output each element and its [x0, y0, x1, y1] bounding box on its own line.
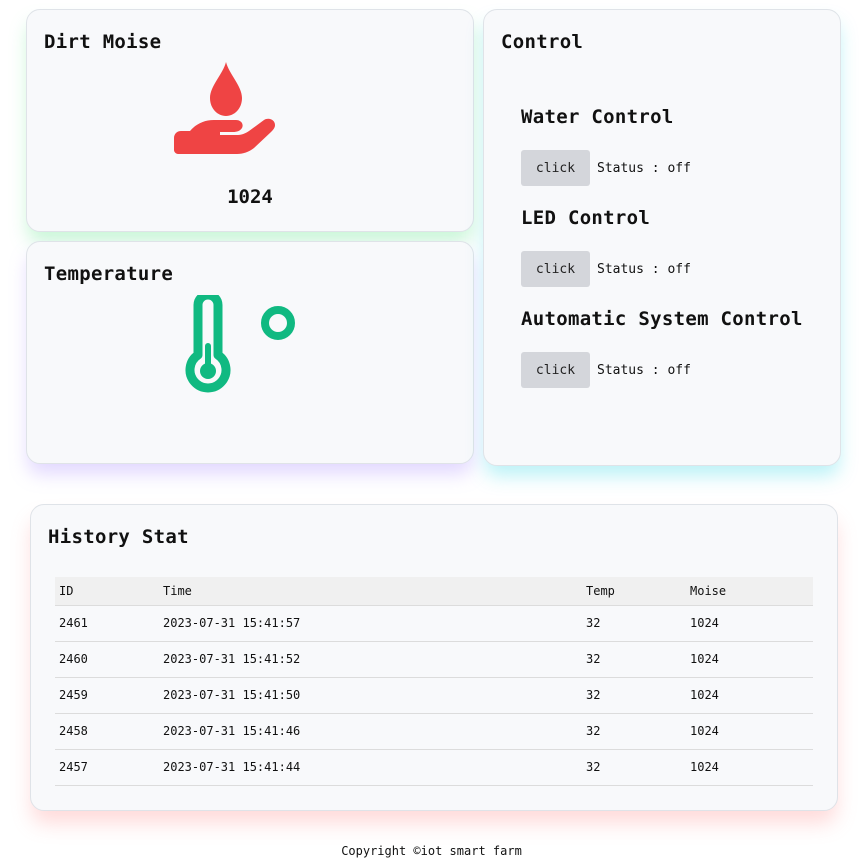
cell-temp: 32: [582, 605, 686, 642]
cell-id: 2457: [55, 749, 159, 786]
auto-system-control-button[interactable]: click: [521, 352, 590, 388]
led-control-button[interactable]: click: [521, 251, 590, 287]
table-row: 2458 2023-07-31 15:41:46 32 1024: [55, 713, 813, 750]
cell-temp: 32: [582, 749, 686, 786]
water-control-button[interactable]: click: [521, 150, 590, 186]
cell-moise: 1024: [686, 713, 813, 750]
footer-copyright: Copyright ©iot smart farm: [341, 844, 522, 858]
moisture-value: 1024: [227, 186, 273, 208]
auto-system-control-status: Status : off: [597, 362, 691, 378]
history-card: History Stat ID Time Temp Moise 2461 202…: [30, 504, 838, 811]
cell-time: 2023-07-31 15:41:46: [159, 713, 582, 750]
led-control-status: Status : off: [597, 261, 691, 277]
water-control-row: click Status : off: [521, 150, 691, 186]
control-card-title: Control: [501, 31, 584, 53]
control-card: Control Water Control click Status : off…: [483, 9, 841, 466]
cell-id: 2461: [55, 605, 159, 642]
table-header-row: ID Time Temp Moise: [55, 577, 813, 606]
column-header-id: ID: [55, 577, 159, 606]
water-control-heading: Water Control: [521, 106, 674, 128]
table-row: 2460 2023-07-31 15:41:52 32 1024: [55, 641, 813, 678]
moisture-card-title: Dirt Moise: [44, 31, 162, 53]
water-control-status: Status : off: [597, 160, 691, 176]
column-header-temp: Temp: [582, 577, 686, 606]
auto-system-control-heading: Automatic System Control: [521, 308, 803, 330]
column-header-time: Time: [159, 577, 582, 606]
cell-time: 2023-07-31 15:41:44: [159, 749, 582, 786]
table-row: 2459 2023-07-31 15:41:50 32 1024: [55, 677, 813, 714]
cell-time: 2023-07-31 15:41:50: [159, 677, 582, 714]
history-card-title: History Stat: [48, 526, 189, 548]
cell-id: 2460: [55, 641, 159, 678]
temperature-card-title: Temperature: [44, 263, 174, 285]
cell-temp: 32: [582, 677, 686, 714]
thermometer-icon: [185, 295, 295, 393]
cell-temp: 32: [582, 713, 686, 750]
water-drop-hand-icon: [174, 62, 275, 154]
led-control-row: click Status : off: [521, 251, 691, 287]
cell-time: 2023-07-31 15:41:52: [159, 641, 582, 678]
cell-moise: 1024: [686, 605, 813, 642]
auto-system-control-row: click Status : off: [521, 352, 691, 388]
cell-moise: 1024: [686, 641, 813, 678]
cell-temp: 32: [582, 641, 686, 678]
cell-moise: 1024: [686, 677, 813, 714]
cell-moise: 1024: [686, 749, 813, 786]
history-table: ID Time Temp Moise 2461 2023-07-31 15:41…: [55, 577, 813, 786]
table-row: 2457 2023-07-31 15:41:44 32 1024: [55, 749, 813, 786]
cell-id: 2459: [55, 677, 159, 714]
led-control-heading: LED Control: [521, 207, 651, 229]
cell-id: 2458: [55, 713, 159, 750]
cell-time: 2023-07-31 15:41:57: [159, 605, 582, 642]
table-row: 2461 2023-07-31 15:41:57 32 1024: [55, 605, 813, 642]
column-header-moise: Moise: [686, 577, 813, 606]
